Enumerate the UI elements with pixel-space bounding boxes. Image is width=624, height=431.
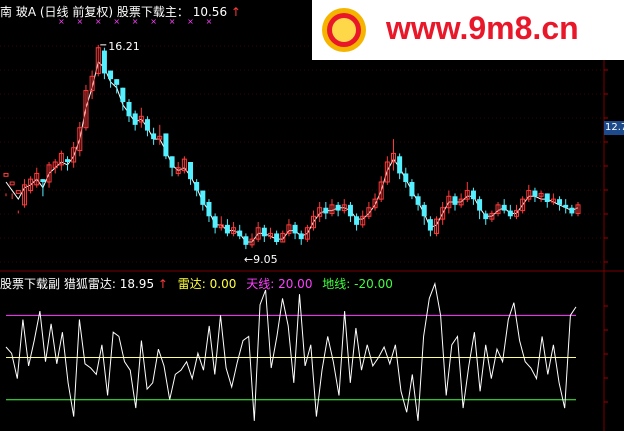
candle-body-down <box>212 216 218 228</box>
main-indicator-value: 10.56 <box>192 5 228 19</box>
candle-body-down <box>483 213 489 220</box>
candle-body-down <box>188 162 194 180</box>
high-label: 16.21 <box>108 40 139 53</box>
candle-body-down <box>421 204 427 217</box>
candle-body-up <box>9 181 15 186</box>
candle-body-down <box>108 70 114 80</box>
candle-body-down <box>151 133 157 140</box>
candle-body-down <box>452 196 458 205</box>
low-label: ←9.05 <box>244 253 278 266</box>
radar-value: 0.00 <box>209 277 237 291</box>
panel-label: 股票下载副 <box>0 277 61 291</box>
radar-name-label: 猎狐雷达: <box>63 277 116 291</box>
main-chart-header: 南 玻A (日线 前复权) 股票下载主： 10.56 ↑ <box>0 3 241 20</box>
candle-body-down <box>335 204 341 211</box>
candle-body-down <box>274 233 280 242</box>
candle-body-down <box>347 204 353 217</box>
candle-body-down <box>126 102 132 117</box>
candle-body-down <box>144 119 150 131</box>
watermark-text: www.9m8.cn <box>386 10 579 46</box>
candle-body-down <box>403 173 409 182</box>
candle-body-down <box>397 156 403 174</box>
candle-body-down <box>292 224 298 234</box>
ground-label: 地线: <box>322 277 351 291</box>
period-label: (日线 前复权) <box>39 5 114 19</box>
stock-name: 南 玻A <box>0 5 37 19</box>
candle-body-down <box>206 202 212 217</box>
candle-body-down <box>354 216 360 225</box>
chart-canvas: × × × × × × × × ×16.21←9.05 <box>0 0 624 431</box>
candle-body-up <box>15 190 21 194</box>
indicator-header: 股票下载副 猎狐雷达: 18.95 ↑ 雷达: 0.00 天线: 20.00 地… <box>0 275 393 292</box>
up-arrow-icon: ↑ <box>157 277 168 291</box>
candle-body-down <box>477 199 483 211</box>
radar-series-line <box>5 281 577 421</box>
watermark-logo-icon <box>322 8 366 52</box>
sky-value: 20.00 <box>278 277 313 291</box>
candle-body-down <box>507 210 513 217</box>
candle-body-down <box>427 219 433 231</box>
candle-body-down <box>169 156 175 168</box>
candle-body-down <box>132 113 138 125</box>
candle-body-down <box>409 182 415 197</box>
candle-body-down <box>569 207 575 214</box>
radar-label: 雷达: <box>177 277 206 291</box>
indicator-chart[interactable] <box>5 281 577 421</box>
candle-body-down <box>557 199 563 205</box>
candle-body-down <box>65 159 71 162</box>
candle-body-down <box>563 204 569 208</box>
candle-body-down <box>40 179 46 182</box>
ground-value: -20.00 <box>354 277 393 291</box>
candle-body-down <box>298 233 304 240</box>
candle-body-down <box>163 133 169 157</box>
candle-body-down <box>114 79 120 85</box>
sky-label: 天线: <box>246 277 275 291</box>
candle-body-down <box>544 193 550 202</box>
candle-body-down <box>261 227 267 237</box>
candle-body-down <box>243 236 249 245</box>
candle-body-up <box>3 172 9 177</box>
main-indicator-label: 股票下载主： <box>116 5 189 19</box>
watermark-banner: www.9m8.cn <box>312 0 624 60</box>
candle-body-down <box>200 190 206 205</box>
candle-body-down <box>470 190 476 200</box>
right-axis <box>604 45 608 403</box>
price-tag: 12.7 <box>604 121 624 135</box>
candle-body-down <box>237 230 243 237</box>
candle-body-down <box>415 196 421 205</box>
up-arrow-icon: ↑ <box>230 5 241 19</box>
candle-body-down <box>532 190 538 197</box>
candle-body-down <box>101 50 107 74</box>
candle-body-down <box>194 182 200 191</box>
candle-body-down <box>501 204 507 211</box>
candle-body-down <box>224 224 230 234</box>
candle-body-down <box>120 87 126 102</box>
candle-body-down <box>323 207 329 214</box>
radar-name-value: 18.95 <box>119 277 155 291</box>
